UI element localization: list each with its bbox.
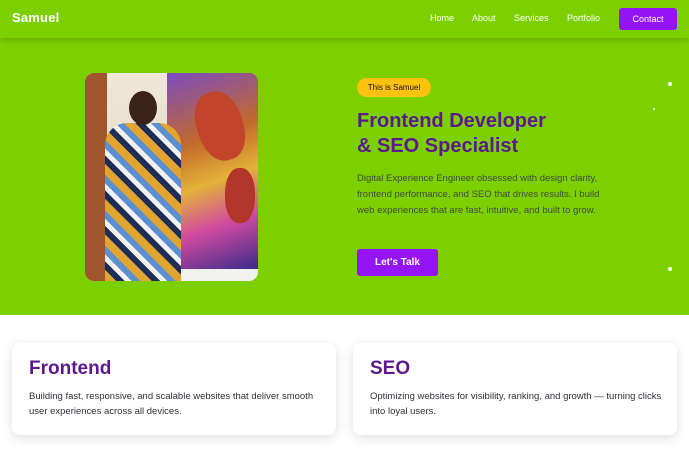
service-card-title: Frontend: [29, 358, 112, 379]
navbar: Samuel Home About Services Portfolio Con…: [0, 0, 689, 38]
decor-dot: [668, 267, 672, 271]
nav-link-portfolio[interactable]: Portfolio: [567, 13, 600, 23]
nav-link-services[interactable]: Services: [514, 13, 549, 23]
photo-person-head: [129, 91, 157, 125]
service-card-seo: SEO Optimizing websites for visibility, …: [353, 343, 677, 435]
nav-link-home[interactable]: Home: [430, 13, 454, 23]
profile-photo: [85, 73, 258, 281]
decor-dot: [668, 82, 672, 86]
service-card-text: Building fast, responsive, and scalable …: [29, 391, 314, 417]
service-card-title: SEO: [370, 358, 411, 379]
hero-headline: Frontend Developer & SEO Specialist: [357, 109, 617, 159]
hero-headline-line1: Frontend Developer: [357, 110, 546, 132]
photo-painting-face-small: [225, 168, 255, 223]
hero-section: This is Samuel Frontend Developer & SEO …: [0, 38, 689, 315]
hero-headline-line2: & SEO Specialist: [357, 135, 519, 157]
service-card-text: Optimizing websites for visibility, rank…: [370, 391, 662, 417]
service-card-frontend: Frontend Building fast, responsive, and …: [12, 343, 336, 435]
photo-person-shirt: [105, 123, 181, 281]
brand-logo[interactable]: Samuel: [12, 10, 59, 25]
hero-description: Digital Experience Engineer obsessed wit…: [357, 173, 600, 216]
decor-dot: [653, 108, 655, 110]
lets-talk-button[interactable]: Let's Talk: [357, 249, 438, 276]
photo-door: [85, 73, 107, 281]
nav-link-about[interactable]: About: [472, 13, 496, 23]
contact-button[interactable]: Contact: [619, 8, 677, 30]
intro-badge: This is Samuel: [357, 78, 431, 97]
